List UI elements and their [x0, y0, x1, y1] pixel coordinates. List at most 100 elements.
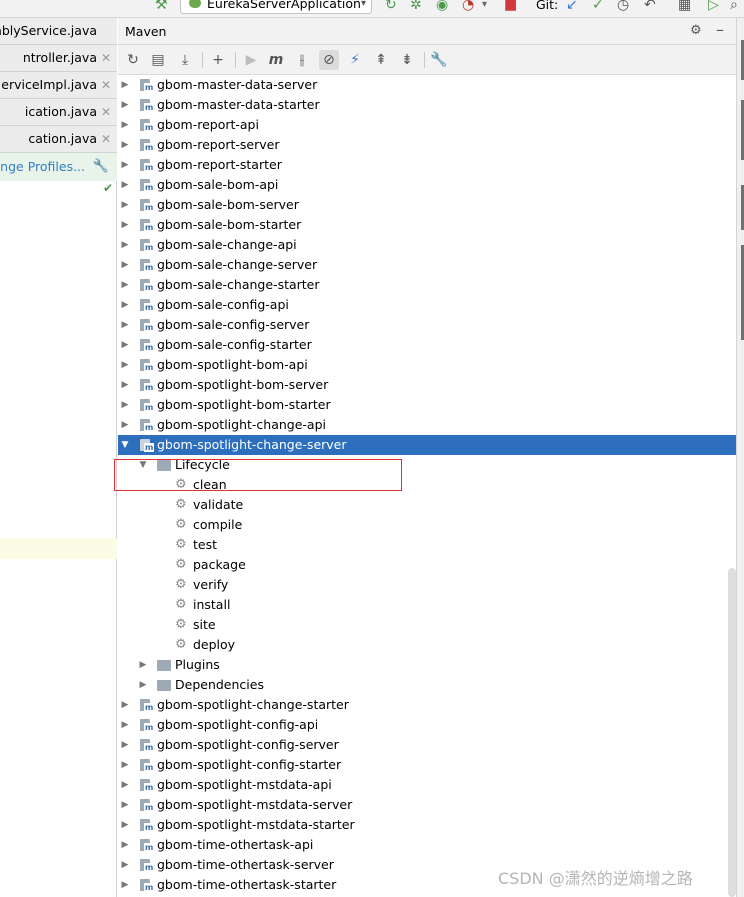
run-configuration-select[interactable]: EurekaServerApplication ▾	[180, 0, 372, 14]
rollback-icon[interactable]: ↶	[644, 0, 656, 13]
reload-icon[interactable]: ↻	[123, 50, 143, 70]
tree-row-module[interactable]: ▶ m gbom-sale-config-api	[118, 295, 736, 315]
collapsed-arrow-icon[interactable]: ▶	[120, 235, 130, 255]
tree-row-module[interactable]: ▶ m gbom-spotlight-bom-api	[118, 355, 736, 375]
collapsed-arrow-icon[interactable]: ▶	[120, 295, 130, 315]
collapsed-arrow-icon[interactable]: ▶	[120, 715, 130, 735]
collapsed-arrow-icon[interactable]: ▶	[120, 395, 130, 415]
tree-row-module[interactable]: ▶ m gbom-sale-change-starter	[118, 275, 736, 295]
collapsed-arrow-icon[interactable]: ▶	[120, 335, 130, 355]
collapsed-arrow-icon[interactable]: ▶	[120, 735, 130, 755]
editor-tab[interactable]: mblyService.java	[0, 18, 117, 45]
expand-all-icon[interactable]: ⇞	[371, 50, 391, 70]
collapsed-arrow-icon[interactable]: ▶	[120, 255, 130, 275]
hammer-icon[interactable]: ⚒	[155, 0, 168, 13]
collapsed-arrow-icon[interactable]: ▶	[120, 215, 130, 235]
tree-row-module[interactable]: ▶ m gbom-sale-config-starter	[118, 335, 736, 355]
lifecycle-phase-row[interactable]: ⚙ test	[118, 535, 736, 555]
tree-row-module[interactable]: ▶ m gbom-spotlight-config-server	[118, 735, 736, 755]
close-icon[interactable]: ✕	[101, 45, 111, 71]
load-maven-changes-banner[interactable]: ange Profiles... 🔧	[0, 153, 117, 181]
tree-row-module[interactable]: ▶ m gbom-sale-change-api	[118, 235, 736, 255]
tree-row-module[interactable]: ▶ m gbom-spotlight-bom-starter	[118, 395, 736, 415]
collapsed-arrow-icon[interactable]: ▶	[120, 355, 130, 375]
lifecycle-phase-row[interactable]: ⚙ site	[118, 615, 736, 635]
minimize-icon[interactable]: –	[716, 20, 724, 39]
tree-row-module[interactable]: ▶ m gbom-spotlight-mstdata-starter	[118, 815, 736, 835]
maven-goal-icon[interactable]: m	[266, 50, 286, 70]
tree-row-selected[interactable]: ▼ m gbom-spotlight-change-server	[118, 435, 736, 455]
lifecycle-phase-row[interactable]: ⚙ package	[118, 555, 736, 575]
tree-row-module[interactable]: ▶ m gbom-time-othertask-api	[118, 835, 736, 855]
collapsed-arrow-icon[interactable]: ▶	[120, 275, 130, 295]
history-icon[interactable]: ◷	[617, 0, 629, 13]
debug-icon[interactable]: ✲	[410, 0, 422, 13]
tree-row-module[interactable]: ▶ m gbom-sale-config-server	[118, 315, 736, 335]
collapsed-arrow-icon[interactable]: ▶	[120, 95, 130, 115]
tree-row-module[interactable]: ▶ m gbom-report-api	[118, 115, 736, 135]
collapsed-arrow-icon[interactable]: ▶	[120, 755, 130, 775]
lifecycle-phase-row[interactable]: ⚙ install	[118, 595, 736, 615]
coverage-icon[interactable]: ◉	[436, 0, 448, 13]
collapsed-arrow-icon[interactable]: ▶	[120, 875, 130, 895]
tree-row-module[interactable]: ▶ m gbom-spotlight-change-api	[118, 415, 736, 435]
editor-tab[interactable]: ntroller.java ✕	[0, 45, 117, 72]
toggle-offline-icon[interactable]: ⫲	[292, 50, 312, 70]
close-icon[interactable]: ✕	[101, 126, 111, 152]
collapsed-arrow-icon[interactable]: ▶	[120, 135, 130, 155]
collapsed-arrow-icon[interactable]: ▶	[120, 835, 130, 855]
settings-wrench-icon[interactable]: 🔧	[429, 50, 449, 70]
lifecycle-phase-row[interactable]: ⚙ deploy	[118, 635, 736, 655]
close-icon[interactable]: ✕	[101, 72, 111, 98]
collapsed-arrow-icon[interactable]: ▶	[120, 75, 130, 95]
close-icon[interactable]: ✕	[101, 99, 111, 125]
download-icon[interactable]: ⤓	[175, 50, 195, 70]
collapsed-arrow-icon[interactable]: ▶	[120, 175, 130, 195]
rerun-icon[interactable]: ↻	[385, 0, 397, 13]
add-folder-icon[interactable]: ▤	[148, 50, 168, 70]
tree-row-module[interactable]: ▶ m gbom-sale-change-server	[118, 255, 736, 275]
tree-row-module[interactable]: ▶ m gbom-report-server	[118, 135, 736, 155]
skip-tests-icon[interactable]: ⊘	[319, 50, 339, 70]
add-icon[interactable]: +	[208, 50, 228, 70]
collapsed-arrow-icon[interactable]: ▶	[120, 155, 130, 175]
tree-row-dependencies[interactable]: ▶ Dependencies	[118, 675, 736, 695]
tree-row-module[interactable]: ▶ m gbom-spotlight-mstdata-api	[118, 775, 736, 795]
collapsed-arrow-icon[interactable]: ▶	[120, 375, 130, 395]
tree-row-module[interactable]: ▶ m gbom-spotlight-config-api	[118, 715, 736, 735]
chevron-down-icon[interactable]: ▾	[482, 0, 487, 13]
tree-row-plugins[interactable]: ▶ Plugins	[118, 655, 736, 675]
collapsed-arrow-icon[interactable]: ▶	[120, 775, 130, 795]
lightning-icon[interactable]: ⚡	[345, 50, 365, 70]
git-update-icon[interactable]: ↙	[566, 0, 578, 13]
terminal-icon[interactable]: ▷	[708, 0, 719, 13]
wrench-icon[interactable]: 🔧	[93, 153, 109, 181]
expanded-arrow-icon[interactable]: ▼	[120, 435, 130, 455]
collapsed-arrow-icon[interactable]: ▶	[120, 415, 130, 435]
tree-row-module[interactable]: ▶ m gbom-spotlight-change-starter	[118, 695, 736, 715]
collapsed-arrow-icon[interactable]: ▶	[120, 795, 130, 815]
tree-row-module[interactable]: ▶ m gbom-sale-bom-starter	[118, 215, 736, 235]
tree-row-module[interactable]: ▶ m gbom-spotlight-mstdata-server	[118, 795, 736, 815]
lifecycle-phase-row[interactable]: ⚙ validate	[118, 495, 736, 515]
collapsed-arrow-icon[interactable]: ▶	[120, 315, 130, 335]
git-commit-icon[interactable]: ✓	[592, 0, 604, 13]
collapsed-arrow-icon[interactable]: ▶	[120, 855, 130, 875]
project-structure-icon[interactable]: ▦	[678, 0, 691, 13]
collapsed-arrow-icon[interactable]: ▶	[120, 815, 130, 835]
profiles-link[interactable]: ange Profiles...	[0, 153, 85, 181]
lifecycle-phase-row[interactable]: ⚙ verify	[118, 575, 736, 595]
tree-row-module[interactable]: ▶ m gbom-master-data-starter	[118, 95, 736, 115]
tree-row-module[interactable]: ▶ m gbom-master-data-server	[118, 75, 736, 95]
collapsed-arrow-icon[interactable]: ▶	[120, 195, 130, 215]
stop-icon[interactable]: ■	[504, 0, 517, 13]
collapsed-arrow-icon[interactable]: ▶	[120, 695, 130, 715]
tree-row-module[interactable]: ▶ m gbom-sale-bom-server	[118, 195, 736, 215]
collapsed-arrow-icon[interactable]: ▶	[138, 655, 148, 675]
editor-tab[interactable]: cation.java ✕	[0, 126, 117, 153]
tree-row-module[interactable]: ▶ m gbom-report-starter	[118, 155, 736, 175]
lifecycle-phase-row[interactable]: ⚙ compile	[118, 515, 736, 535]
search-icon[interactable]: ⌕	[730, 0, 738, 13]
vertical-scrollbar[interactable]	[728, 568, 736, 897]
collapsed-arrow-icon[interactable]: ▶	[138, 675, 148, 695]
